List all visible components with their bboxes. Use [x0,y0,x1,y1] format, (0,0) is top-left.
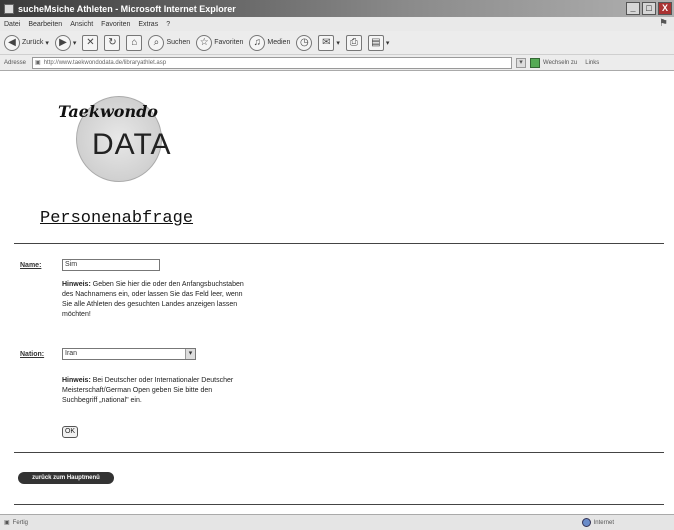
search-button[interactable]: ⌕ Suchen [148,34,191,51]
name-hint-line: des Nachnamens ein, oder lassen Sie das … [62,291,243,298]
links-button[interactable]: Links [585,60,599,66]
media-icon: ♫ [249,34,266,51]
back-to-main-menu-button[interactable]: zurück zum Hauptmenü [18,472,114,484]
maximize-button[interactable]: □ [642,2,656,15]
mail-icon: ✉ [318,34,335,51]
menu-item-favoriten[interactable]: Favoriten [101,21,130,28]
status-bar: ▣ Fertig Internet [0,514,674,530]
menu-item-ansicht[interactable]: Ansicht [70,21,93,28]
menu-item-datei[interactable]: Datei [4,21,20,28]
address-url: http://www.taekwondodata.de/libraryathle… [43,59,167,66]
nation-select[interactable]: Iran ▾ [62,348,196,360]
menu-item-help[interactable]: ? [166,21,170,28]
nation-selected-value: Iran [65,350,78,357]
name-hint-line: Geben Sie hier die oder den Anfangsbuchs… [92,281,244,288]
search-label: Suchen [166,39,191,46]
search-icon: ⌕ [148,34,165,51]
nation-hint-line: Suchbegriff „national" ein. [62,397,142,404]
taekwondo-data-logo: Taekwondo DATA [54,90,171,190]
edit-button[interactable]: ▤ ▾ [367,34,390,51]
go-label: Wechseln zu [543,59,578,66]
menu-bar: Datei Bearbeiten Ansicht Favoriten Extra… [0,17,674,31]
go-arrow-icon [530,57,541,68]
edit-icon: ▤ [367,34,384,51]
close-button[interactable]: X [658,2,672,15]
chevron-down-icon: ▾ [385,39,390,47]
window-title: sucheMsiche Athleten - Microsoft Interne… [18,3,236,14]
forward-arrow-icon: ▶ [54,34,71,51]
print-icon: ⎙ [345,34,362,51]
name-input[interactable]: Sim [62,259,160,271]
logo-main-text: DATA [92,128,172,161]
forward-button[interactable]: ▶ ▾ [54,34,77,51]
logo-top-text: Taekwondo [58,102,158,121]
ie-app-icon [4,3,14,14]
star-icon: ☆ [196,34,213,51]
address-bar: Adresse ▣ http://www.taekwondodata.de/li… [0,55,674,71]
nation-hint-bold: Hinweis: [62,377,91,384]
chevron-down-icon: ▾ [45,39,49,47]
divider [14,452,664,453]
name-hint: Hinweis: Geben Sie hier die oder den Anf… [62,280,244,320]
back-label: Zurück [22,39,44,46]
window-titlebar: sucheMsiche Athleten - Microsoft Interne… [0,0,674,17]
stop-icon: ✕ [82,34,99,51]
history-button[interactable]: ◷ [296,34,313,51]
nation-hint-line: Bei Deutscher oder Internationaler Deuts… [92,377,234,384]
page-done-icon: ▣ [4,520,10,526]
name-hint-line: Sie alle Athleten des gesuchten Landes a… [62,301,238,308]
chevron-down-icon: ▾ [72,39,77,47]
globe-icon [581,518,591,527]
back-button[interactable]: ◀ Zurück ▾ [4,34,49,51]
nation-hint-line: Meisterschaft/German Open geben Sie bitt… [62,387,213,394]
page-title: Personenabfrage [40,209,194,228]
favorites-button[interactable]: ☆ Favoriten [196,34,244,51]
divider [14,243,664,244]
security-zone: Internet [581,518,614,527]
nation-hint: Hinweis: Bei Deutscher oder Internationa… [62,376,233,406]
menu-item-bearbeiten[interactable]: Bearbeiten [28,21,62,28]
refresh-icon: ↻ [104,34,121,51]
print-button[interactable]: ⎙ [345,34,362,51]
ok-button[interactable]: OK [62,426,78,438]
page-icon: ▣ [35,60,41,66]
go-button[interactable]: Wechseln zu [530,57,578,68]
name-hint-line: möchten! [62,311,91,318]
chevron-down-icon[interactable]: ▾ [185,349,195,359]
window-controls: _ □ X [626,2,672,15]
home-button[interactable]: ⌂ [126,34,143,51]
zone-label: Internet [593,519,614,526]
mail-button[interactable]: ✉ ▾ [318,34,340,51]
address-label: Adresse [4,59,27,66]
minimize-button[interactable]: _ [626,2,640,15]
chevron-down-icon: ▾ [336,39,340,47]
refresh-button[interactable]: ↻ [104,34,121,51]
toolbar: ◀ Zurück ▾ ▶ ▾ ✕ ↻ ⌂ ⌕ Suchen ☆ Favorite… [0,31,674,55]
favorites-label: Favoriten [214,39,244,46]
divider [14,504,664,505]
status-text: Fertig [12,519,29,526]
media-label: Medien [267,39,291,46]
page-content: Taekwondo DATA Personenabfrage Name: Sim… [6,72,668,512]
back-arrow-icon: ◀ [4,34,20,51]
history-icon: ◷ [296,34,313,51]
home-icon: ⌂ [126,34,143,51]
menu-item-extras[interactable]: Extras [138,21,158,28]
media-button[interactable]: ♫ Medien [249,34,291,51]
stop-button[interactable]: ✕ [82,34,99,51]
address-input[interactable]: ▣ http://www.taekwondodata.de/libraryath… [32,56,513,69]
address-dropdown-icon[interactable]: ▾ [516,57,527,68]
windows-logo-icon: ⚑ [659,18,668,29]
name-label: Name: [20,262,42,269]
name-hint-bold: Hinweis: [62,281,91,288]
nation-label: Nation: [20,351,45,358]
